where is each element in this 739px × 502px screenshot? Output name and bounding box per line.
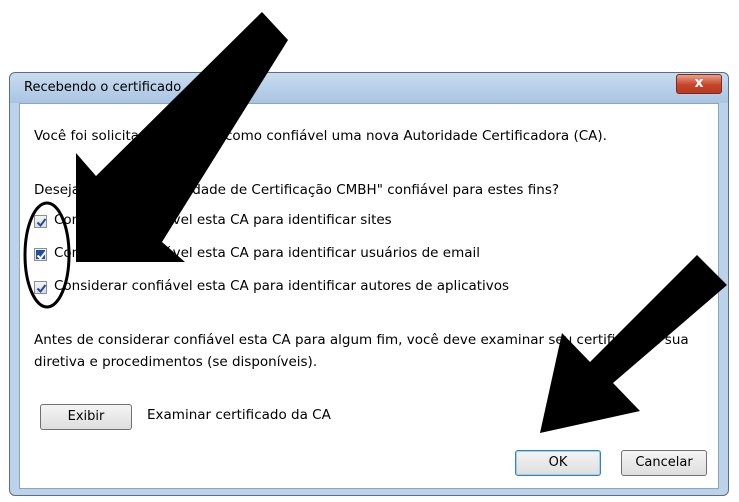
arrow-annotation-ok [540, 255, 727, 433]
circle-annotation [23, 201, 71, 309]
arrow-annotation-checkboxes [76, 12, 288, 262]
annotation-overlay [23, 12, 727, 433]
